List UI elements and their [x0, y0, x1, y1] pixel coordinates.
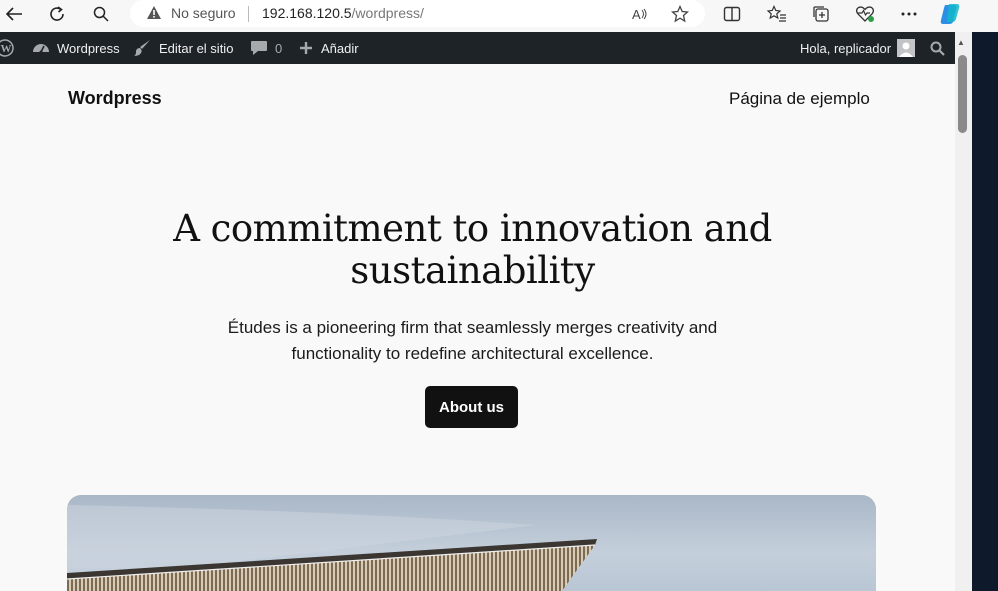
add-new-label: Añadir — [321, 40, 359, 56]
split-screen-icon — [723, 6, 741, 22]
read-aloud-icon: A — [632, 7, 647, 22]
my-account-menu[interactable]: Hola, replicador — [800, 32, 916, 64]
admin-search-button[interactable] — [930, 32, 945, 64]
heart-pulse-icon — [855, 6, 875, 22]
hero-description: Études is a pioneering firm that seamles… — [190, 315, 755, 367]
dashboard-icon — [33, 44, 49, 54]
favorites-button[interactable] — [764, 2, 790, 26]
wp-logo-menu[interactable]: W — [0, 32, 14, 64]
security-status[interactable]: No seguro — [171, 5, 236, 21]
hero-image — [67, 495, 876, 591]
hero-description-line-2: functionality to redefine architectural … — [291, 344, 654, 363]
hero-description-line-1: Études is a pioneering firm that seamles… — [227, 318, 718, 337]
comments-link[interactable]: 0 — [250, 32, 282, 64]
comment-icon — [251, 41, 267, 55]
building-roof-illustration — [67, 505, 597, 591]
reload-icon — [50, 6, 64, 21]
wordpress-logo-icon: W — [0, 39, 14, 57]
svg-text:A: A — [632, 7, 641, 22]
browser-toolbar: No seguro 192.168.120.5/wordpress/ A — [0, 0, 998, 32]
star-icon — [671, 5, 689, 23]
comments-count: 0 — [275, 40, 283, 56]
about-us-button[interactable]: About us — [425, 386, 518, 428]
search-icon — [930, 41, 945, 56]
add-new-menu[interactable]: Añadir — [299, 32, 359, 64]
svg-text:W: W — [1, 43, 12, 55]
hero-heading-line-2: sustainability — [350, 249, 595, 292]
edit-site-label: Editar el sitio — [159, 40, 234, 56]
plus-icon — [300, 42, 312, 54]
warning-icon[interactable] — [146, 5, 162, 25]
user-avatar-icon — [899, 42, 914, 57]
nav-link-sample-page[interactable]: Página de ejemplo — [729, 89, 870, 109]
site-name-menu[interactable]: Wordpress — [32, 32, 120, 64]
collections-icon — [813, 6, 829, 22]
copilot-icon — [940, 4, 960, 24]
search-icon — [93, 6, 109, 22]
back-arrow-icon — [5, 7, 22, 21]
back-button[interactable] — [0, 2, 28, 26]
url-text[interactable]: 192.168.120.5/wordpress/ — [262, 5, 424, 21]
more-options-button[interactable] — [896, 2, 922, 26]
hero-heading-line-1: A commitment to innovation and — [173, 207, 772, 250]
favorites-list-icon — [767, 5, 786, 22]
reload-button[interactable] — [43, 2, 71, 26]
edit-site-link[interactable]: Editar el sitio — [134, 32, 233, 64]
avatar — [897, 39, 916, 57]
copilot-button[interactable] — [937, 2, 963, 26]
scroll-up-arrow-icon[interactable]: ▲ — [957, 38, 965, 47]
read-aloud-button[interactable]: A — [627, 2, 653, 26]
desktop-background — [972, 32, 998, 591]
browser-essentials-button[interactable] — [852, 2, 878, 26]
site-title[interactable]: Wordpress — [68, 88, 162, 109]
wp-admin-bar: W Wordpress Editar el sitio 0 Añadir Hol… — [0, 32, 955, 64]
site-name-label: Wordpress — [57, 40, 120, 56]
url-path: /wordpress/ — [351, 5, 424, 21]
address-separator — [248, 6, 249, 22]
hero-heading: A commitment to innovation and sustainab… — [150, 208, 795, 292]
split-screen-button[interactable] — [719, 2, 745, 26]
url-host: 192.168.120.5 — [262, 5, 352, 21]
search-button[interactable] — [87, 2, 115, 26]
greeting-label: Hola, replicador — [800, 40, 892, 56]
ellipsis-icon — [901, 12, 917, 16]
scrollbar-thumb[interactable] — [958, 55, 967, 133]
favorite-button[interactable] — [667, 2, 693, 26]
brush-icon — [134, 40, 150, 56]
collections-button[interactable] — [808, 2, 834, 26]
